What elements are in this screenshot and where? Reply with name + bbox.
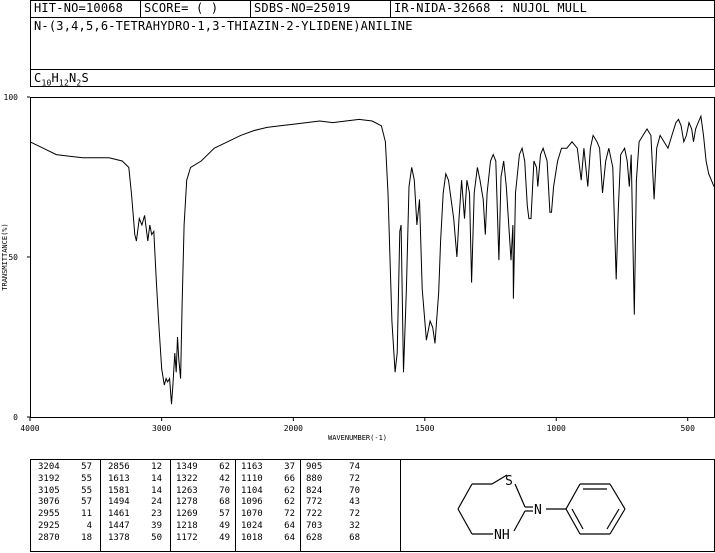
plot-frame — [30, 97, 715, 418]
peak-transmittance: 72 — [284, 509, 295, 520]
x-axis-label: WAVENUMBER(-1) — [328, 434, 388, 442]
peak-wavenumber: 1447 — [108, 521, 130, 531]
peak-transmittance: 37 — [284, 462, 295, 472]
peak-transmittance: 11 — [81, 509, 92, 520]
sdbs-number: SDBS-NO=25019 — [254, 1, 351, 15]
peak-wavenumber: 1172 — [176, 532, 198, 543]
peak-transmittance: 18 — [81, 532, 92, 543]
peak-wavenumber: 1096 — [241, 497, 263, 508]
peak-wavenumber: 1613 — [108, 473, 130, 484]
peak-wavenumber: 628 — [306, 532, 323, 543]
peak-wavenumber: 3204 — [38, 462, 60, 472]
peak-wavenumber: 2955 — [38, 509, 60, 520]
peak-transmittance: 14 — [151, 473, 162, 484]
nitrogen-atom-label: N — [534, 503, 542, 518]
x-tick-label: 3000 — [152, 424, 171, 433]
ir-nida-number: IR-NIDA-32668 : NUJOL MULL — [394, 1, 588, 15]
hit-number: HIT-NO=10068 — [34, 1, 124, 15]
peak-transmittance: 49 — [219, 521, 230, 531]
peak-wavenumber: 2856 — [108, 462, 130, 472]
molecular-formula: C10H12N2S — [34, 71, 89, 88]
score: SCORE= ( ) — [144, 1, 219, 15]
peak-wavenumber: 3076 — [38, 497, 60, 508]
peak-transmittance: 57 — [219, 509, 230, 520]
peak-transmittance: 42 — [219, 473, 230, 484]
peak-transmittance: 57 — [81, 462, 92, 472]
peak-wavenumber: 1269 — [176, 509, 198, 520]
peak-wavenumber: 772 — [306, 497, 323, 508]
chemical-structure: S N NH — [457, 474, 626, 543]
peak-transmittance: 57 — [81, 497, 92, 508]
peak-wavenumber: 1461 — [108, 509, 130, 520]
peak-wavenumber: 1494 — [108, 497, 130, 508]
peak-wavenumber: 3192 — [38, 473, 60, 484]
peak-wavenumber: 1104 — [241, 485, 263, 496]
compound-name: N-(3,4,5,6-TETRAHYDRO-1,3-THIAZIN-2-YLID… — [34, 19, 413, 33]
peak-transmittance: 14 — [151, 485, 162, 496]
peak-transmittance: 43 — [349, 497, 360, 508]
peak-wavenumber: 824 — [306, 485, 323, 496]
peak-wavenumber: 1581 — [108, 485, 130, 496]
peak-transmittance: 72 — [349, 509, 360, 520]
y-tick-label: 0 — [13, 413, 18, 422]
peak-transmittance: 32 — [349, 521, 360, 531]
peak-wavenumber: 2870 — [38, 532, 60, 543]
ir-spectrum-chart: 4000 3000 2000 1500 1000 500100500 — [4, 93, 715, 433]
x-tick-label: 500 — [680, 424, 695, 433]
peak-transmittance: 55 — [81, 473, 92, 484]
x-tick-label: 4000 — [20, 424, 39, 433]
peak-transmittance: 62 — [284, 485, 295, 496]
peak-wavenumber: 1070 — [241, 509, 263, 520]
peak-transmittance: 68 — [219, 497, 230, 508]
peak-transmittance: 24 — [151, 497, 162, 508]
peak-wavenumber: 1278 — [176, 497, 198, 508]
peak-transmittance: 66 — [284, 473, 295, 484]
x-tick-label: 1500 — [415, 424, 434, 433]
peak-wavenumber: 3105 — [38, 485, 60, 496]
peak-transmittance: 72 — [349, 473, 360, 484]
peak-wavenumber: 1263 — [176, 485, 198, 496]
x-tick-label: 1000 — [547, 424, 566, 433]
peak-transmittance: 12 — [151, 462, 162, 472]
peak-wavenumber: 1378 — [108, 532, 130, 543]
peak-wavenumber: 1018 — [241, 532, 263, 543]
peak-transmittance: 70 — [219, 485, 230, 496]
peak-transmittance: 68 — [349, 532, 360, 543]
peak-transmittance: 50 — [151, 532, 162, 543]
nh-atom-label: NH — [494, 528, 510, 543]
peak-wavenumber: 703 — [306, 521, 323, 531]
peak-wavenumber: 2925 — [38, 521, 60, 531]
peak-transmittance: 74 — [349, 462, 360, 472]
peak-transmittance: 62 — [284, 497, 295, 508]
peak-wavenumber: 905 — [306, 462, 323, 472]
peak-transmittance: 64 — [284, 532, 295, 543]
peak-transmittance: 62 — [219, 462, 230, 472]
peak-transmittance: 23 — [151, 509, 162, 520]
peak-wavenumber: 880 — [306, 473, 323, 484]
y-axis-label: TRANSMITTANCE(%) — [1, 223, 9, 291]
sulfur-atom-label: S — [505, 474, 513, 489]
peak-wavenumber: 1349 — [176, 462, 198, 472]
peak-transmittance: 49 — [219, 532, 230, 543]
peak-wavenumber: 1163 — [241, 462, 263, 472]
peak-wavenumber: 1322 — [176, 473, 198, 484]
peak-transmittance: 64 — [284, 521, 295, 531]
peak-transmittance: 4 — [86, 521, 92, 531]
peak-transmittance: 39 — [151, 521, 162, 531]
peak-wavenumber: 1110 — [241, 473, 263, 484]
x-tick-label: 2000 — [284, 424, 303, 433]
y-tick-label: 100 — [4, 93, 19, 102]
spectrum-line — [29, 114, 715, 405]
y-tick-label: 50 — [8, 253, 18, 262]
peak-wavenumber: 722 — [306, 509, 323, 520]
peak-transmittance: 55 — [81, 485, 92, 496]
peak-wavenumber: 1218 — [176, 521, 198, 531]
peak-wavenumber: 1024 — [241, 521, 263, 531]
peak-transmittance: 70 — [349, 485, 360, 496]
